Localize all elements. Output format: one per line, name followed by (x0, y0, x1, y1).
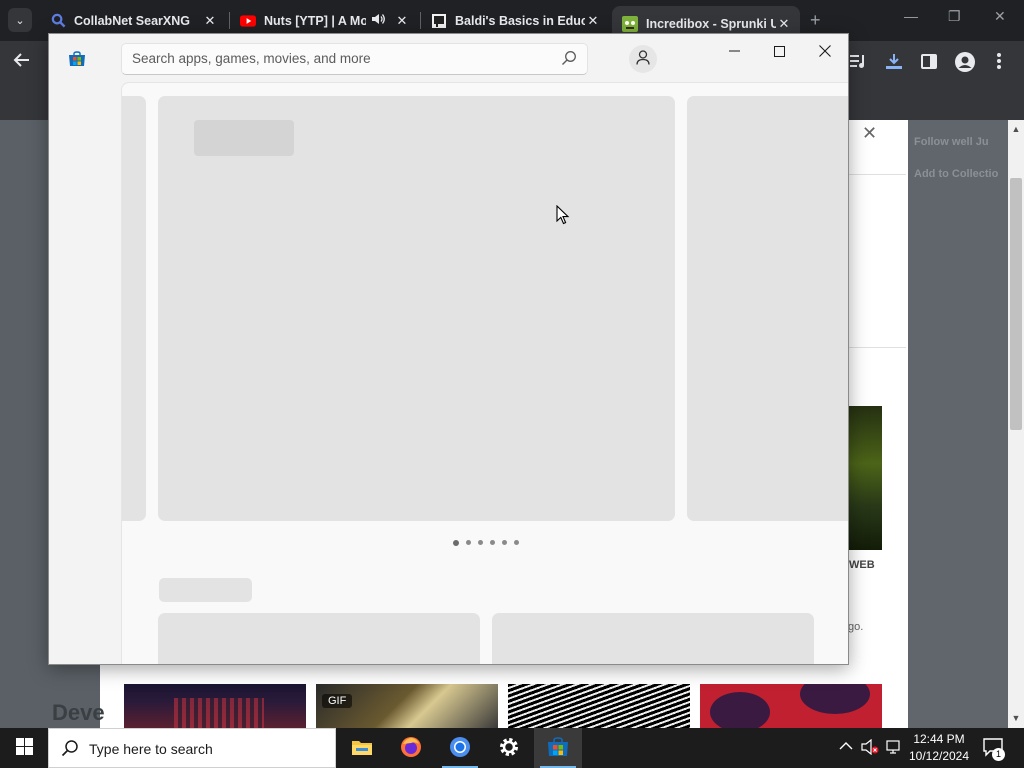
game-thumbnail[interactable] (124, 684, 306, 728)
file-explorer-button[interactable] (338, 728, 386, 768)
close-icon[interactable] (802, 40, 848, 62)
carousel-pagination (453, 539, 519, 546)
description-fragment: go. (848, 621, 864, 633)
game-thumbnail[interactable] (700, 684, 882, 728)
clock-date: 10/12/2024 (908, 749, 970, 763)
game-icon (431, 13, 447, 29)
volume-muted-icon[interactable] (861, 738, 879, 758)
tab-collabnet-searxng[interactable]: CollabNet SearXNG ✕ (40, 6, 226, 35)
chrome-button[interactable] (436, 728, 484, 768)
tab-title: Nuts [YTP] | A Mo (264, 13, 366, 28)
mouse-cursor-icon (556, 204, 570, 225)
microsoft-store-window (48, 33, 849, 665)
app-card-placeholder[interactable] (492, 613, 814, 664)
media-queue-icon[interactable] (849, 53, 867, 74)
settings-button[interactable] (485, 728, 533, 768)
follow-button[interactable]: Follow well Ju (908, 131, 1008, 153)
store-search-box[interactable] (121, 43, 588, 75)
game-thumbnail[interactable]: GIF (316, 684, 498, 728)
taskbar-search-label: Type here to search (89, 741, 213, 757)
gif-badge: GIF (322, 694, 353, 708)
carousel-dot[interactable] (514, 540, 519, 545)
download-icon[interactable] (885, 53, 903, 75)
microsoft-store-icon (68, 51, 86, 67)
maximize-icon[interactable] (756, 40, 802, 62)
carousel-card-previous-placeholder[interactable] (122, 96, 146, 521)
restore-icon[interactable]: ❐ (948, 8, 961, 25)
firefox-icon (400, 736, 422, 761)
page-side-panel (908, 120, 1008, 728)
tab-nuts-ytp[interactable]: Nuts [YTP] | A Mo ✕ (230, 6, 418, 35)
app-card-placeholder[interactable] (158, 613, 480, 664)
divider (848, 347, 906, 348)
microsoft-store-button[interactable] (534, 728, 582, 768)
tab-baldis-basics[interactable]: Baldi's Basics in Educ ✕ (421, 6, 609, 35)
tab-close-button[interactable]: ✕ (776, 16, 792, 32)
game-thumbnail[interactable] (508, 684, 690, 728)
more-menu-icon[interactable] (996, 53, 1002, 74)
minimize-icon[interactable] (711, 40, 757, 62)
windows-logo-icon (15, 738, 33, 758)
profile-icon[interactable] (955, 52, 975, 77)
add-to-collection-button[interactable]: Add to Collectio (908, 163, 1008, 185)
search-icon (61, 739, 79, 757)
platform-label: WEB (849, 559, 875, 571)
tab-title: CollabNet SearXNG (74, 13, 191, 28)
network-icon[interactable] (886, 739, 902, 758)
scroll-down-arrow[interactable]: ▼ (1010, 713, 1022, 723)
chevron-up-icon[interactable] (839, 739, 853, 754)
game-thumbnail[interactable] (848, 406, 882, 550)
taskbar-search-box[interactable]: Type here to search (48, 728, 336, 768)
scrollbar-thumb[interactable] (1010, 178, 1022, 430)
carousel-dot[interactable] (478, 540, 483, 545)
section-heading: Deve (52, 700, 105, 725)
tab-search-menu-button[interactable]: ⌄ (8, 8, 32, 32)
side-panel-icon[interactable] (921, 54, 937, 74)
speaker-icon[interactable] (372, 13, 388, 28)
tab-close-button[interactable]: ✕ (585, 13, 601, 29)
microsoft-store-icon (547, 736, 569, 760)
tab-title: Baldi's Basics in Educ (455, 13, 585, 28)
carousel-dot[interactable] (453, 539, 459, 546)
carousel-dot[interactable] (490, 540, 495, 545)
tab-close-button[interactable]: ✕ (394, 13, 410, 29)
search-input[interactable] (132, 51, 552, 66)
person-icon (636, 50, 650, 68)
notification-count-badge: 1 (992, 748, 1005, 761)
account-button[interactable] (629, 45, 657, 73)
page-close-icon[interactable]: ✕ (862, 123, 877, 144)
hero-title-placeholder (194, 120, 294, 156)
start-button[interactable] (0, 728, 48, 768)
store-home-content (121, 82, 848, 664)
carousel-card-next-placeholder[interactable] (687, 96, 848, 521)
tab-title: Incredibox - Sprunki U (646, 16, 776, 31)
scroll-up-arrow[interactable]: ▲ (1010, 124, 1022, 134)
windows-taskbar: Type here to search 12:44 PM 10/12/2024 … (0, 728, 1024, 768)
clock-time: 12:44 PM (913, 732, 965, 746)
carousel-dot[interactable] (502, 540, 507, 545)
new-tab-button[interactable]: + (810, 10, 821, 31)
close-icon[interactable]: ✕ (994, 8, 1006, 25)
search-icon (50, 13, 66, 29)
settings-icon (498, 736, 520, 761)
file-explorer-icon (351, 738, 373, 759)
chrome-icon (449, 736, 471, 761)
tab-close-button[interactable]: ✕ (202, 13, 218, 29)
carousel-dot[interactable] (466, 540, 471, 545)
firefox-button[interactable] (387, 728, 435, 768)
carousel-hero-placeholder[interactable] (158, 96, 675, 521)
system-clock[interactable]: 12:44 PM 10/12/2024 (904, 731, 974, 765)
sprunki-icon (622, 15, 638, 32)
section-title-placeholder (159, 578, 252, 602)
divider (848, 174, 906, 175)
youtube-icon (240, 13, 256, 29)
minimize-icon[interactable]: — (904, 8, 918, 24)
back-arrow-icon[interactable] (12, 52, 30, 73)
search-icon[interactable] (561, 50, 577, 66)
